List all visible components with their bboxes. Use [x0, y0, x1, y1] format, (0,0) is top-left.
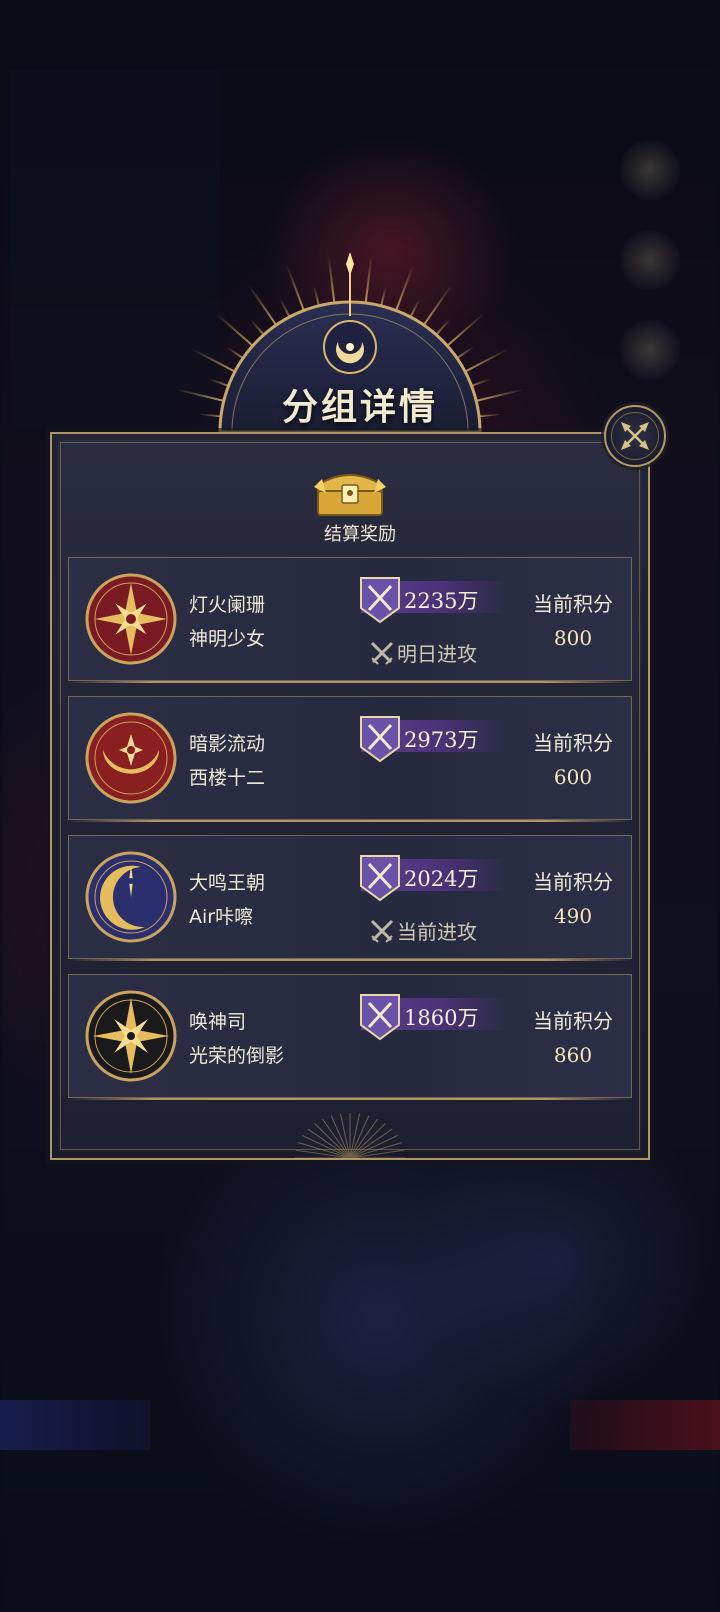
- attack-status: 当前进攻: [369, 916, 477, 945]
- blue-crescent-moon-icon: [85, 851, 177, 943]
- crossed-swords-shield-icon: [360, 994, 400, 1041]
- score-label: 当前积分: [533, 1009, 613, 1033]
- power-value: 2973万: [404, 728, 479, 752]
- sunburst-ornament-icon: [295, 1113, 405, 1158]
- group-row[interactable]: 灯火阑珊 神明少女 2235万 明日进攻 当前积分 800: [68, 557, 632, 683]
- score-label: 当前积分: [533, 592, 613, 616]
- power-value: 2024万: [404, 867, 479, 891]
- leader-name: 神明少女: [189, 628, 266, 650]
- group-row[interactable]: 暗影流动 西楼十二 2973万 当前积分 600: [68, 696, 632, 822]
- score-label: 当前积分: [533, 731, 613, 755]
- leader-name: 西楼十二: [189, 767, 266, 789]
- group-row[interactable]: 大鸣王朝 Air咔嚓 2024万 当前进攻 当前积分 490: [68, 835, 632, 961]
- leader-name: 光荣的倒影: [189, 1045, 285, 1067]
- power-value: 1860万: [404, 1006, 479, 1030]
- crossed-swords-shield-icon: [360, 855, 400, 902]
- score-value: 800: [553, 626, 593, 650]
- score-value: 860: [553, 1043, 593, 1067]
- score-value: 600: [553, 765, 593, 789]
- group-row[interactable]: 唤神司 光荣的倒影 1860万 当前积分 860: [68, 974, 632, 1100]
- close-icon: [621, 422, 649, 450]
- crossed-swords-shield-icon: [360, 577, 400, 624]
- attack-status-text: 明日进攻: [397, 642, 477, 666]
- guild-name: 灯火阑珊: [189, 594, 266, 616]
- red-compass-star-icon: [85, 573, 177, 665]
- close-button[interactable]: [604, 405, 666, 467]
- power-value: 2235万: [404, 589, 479, 613]
- guild-name: 暗影流动: [189, 733, 266, 755]
- guild-name: 唤神司: [189, 1011, 247, 1033]
- black-compass-star-icon: [85, 990, 177, 1082]
- score-label: 当前积分: [533, 870, 613, 894]
- guild-name: 大鸣王朝: [189, 872, 266, 894]
- attack-status-text: 当前进攻: [397, 920, 477, 944]
- score-value: 490: [553, 904, 593, 928]
- attack-status: 明日进攻: [369, 638, 477, 667]
- settlement-reward-label: 结算奖励: [324, 524, 396, 545]
- crossed-swords-shield-icon: [360, 716, 400, 763]
- leader-name: Air咔嚓: [189, 906, 254, 928]
- treasure-chest-icon[interactable]: [312, 463, 388, 519]
- crossed-swords-icon: [370, 919, 394, 943]
- crossed-swords-icon: [370, 641, 394, 665]
- red-crescent-star-icon: [85, 712, 177, 804]
